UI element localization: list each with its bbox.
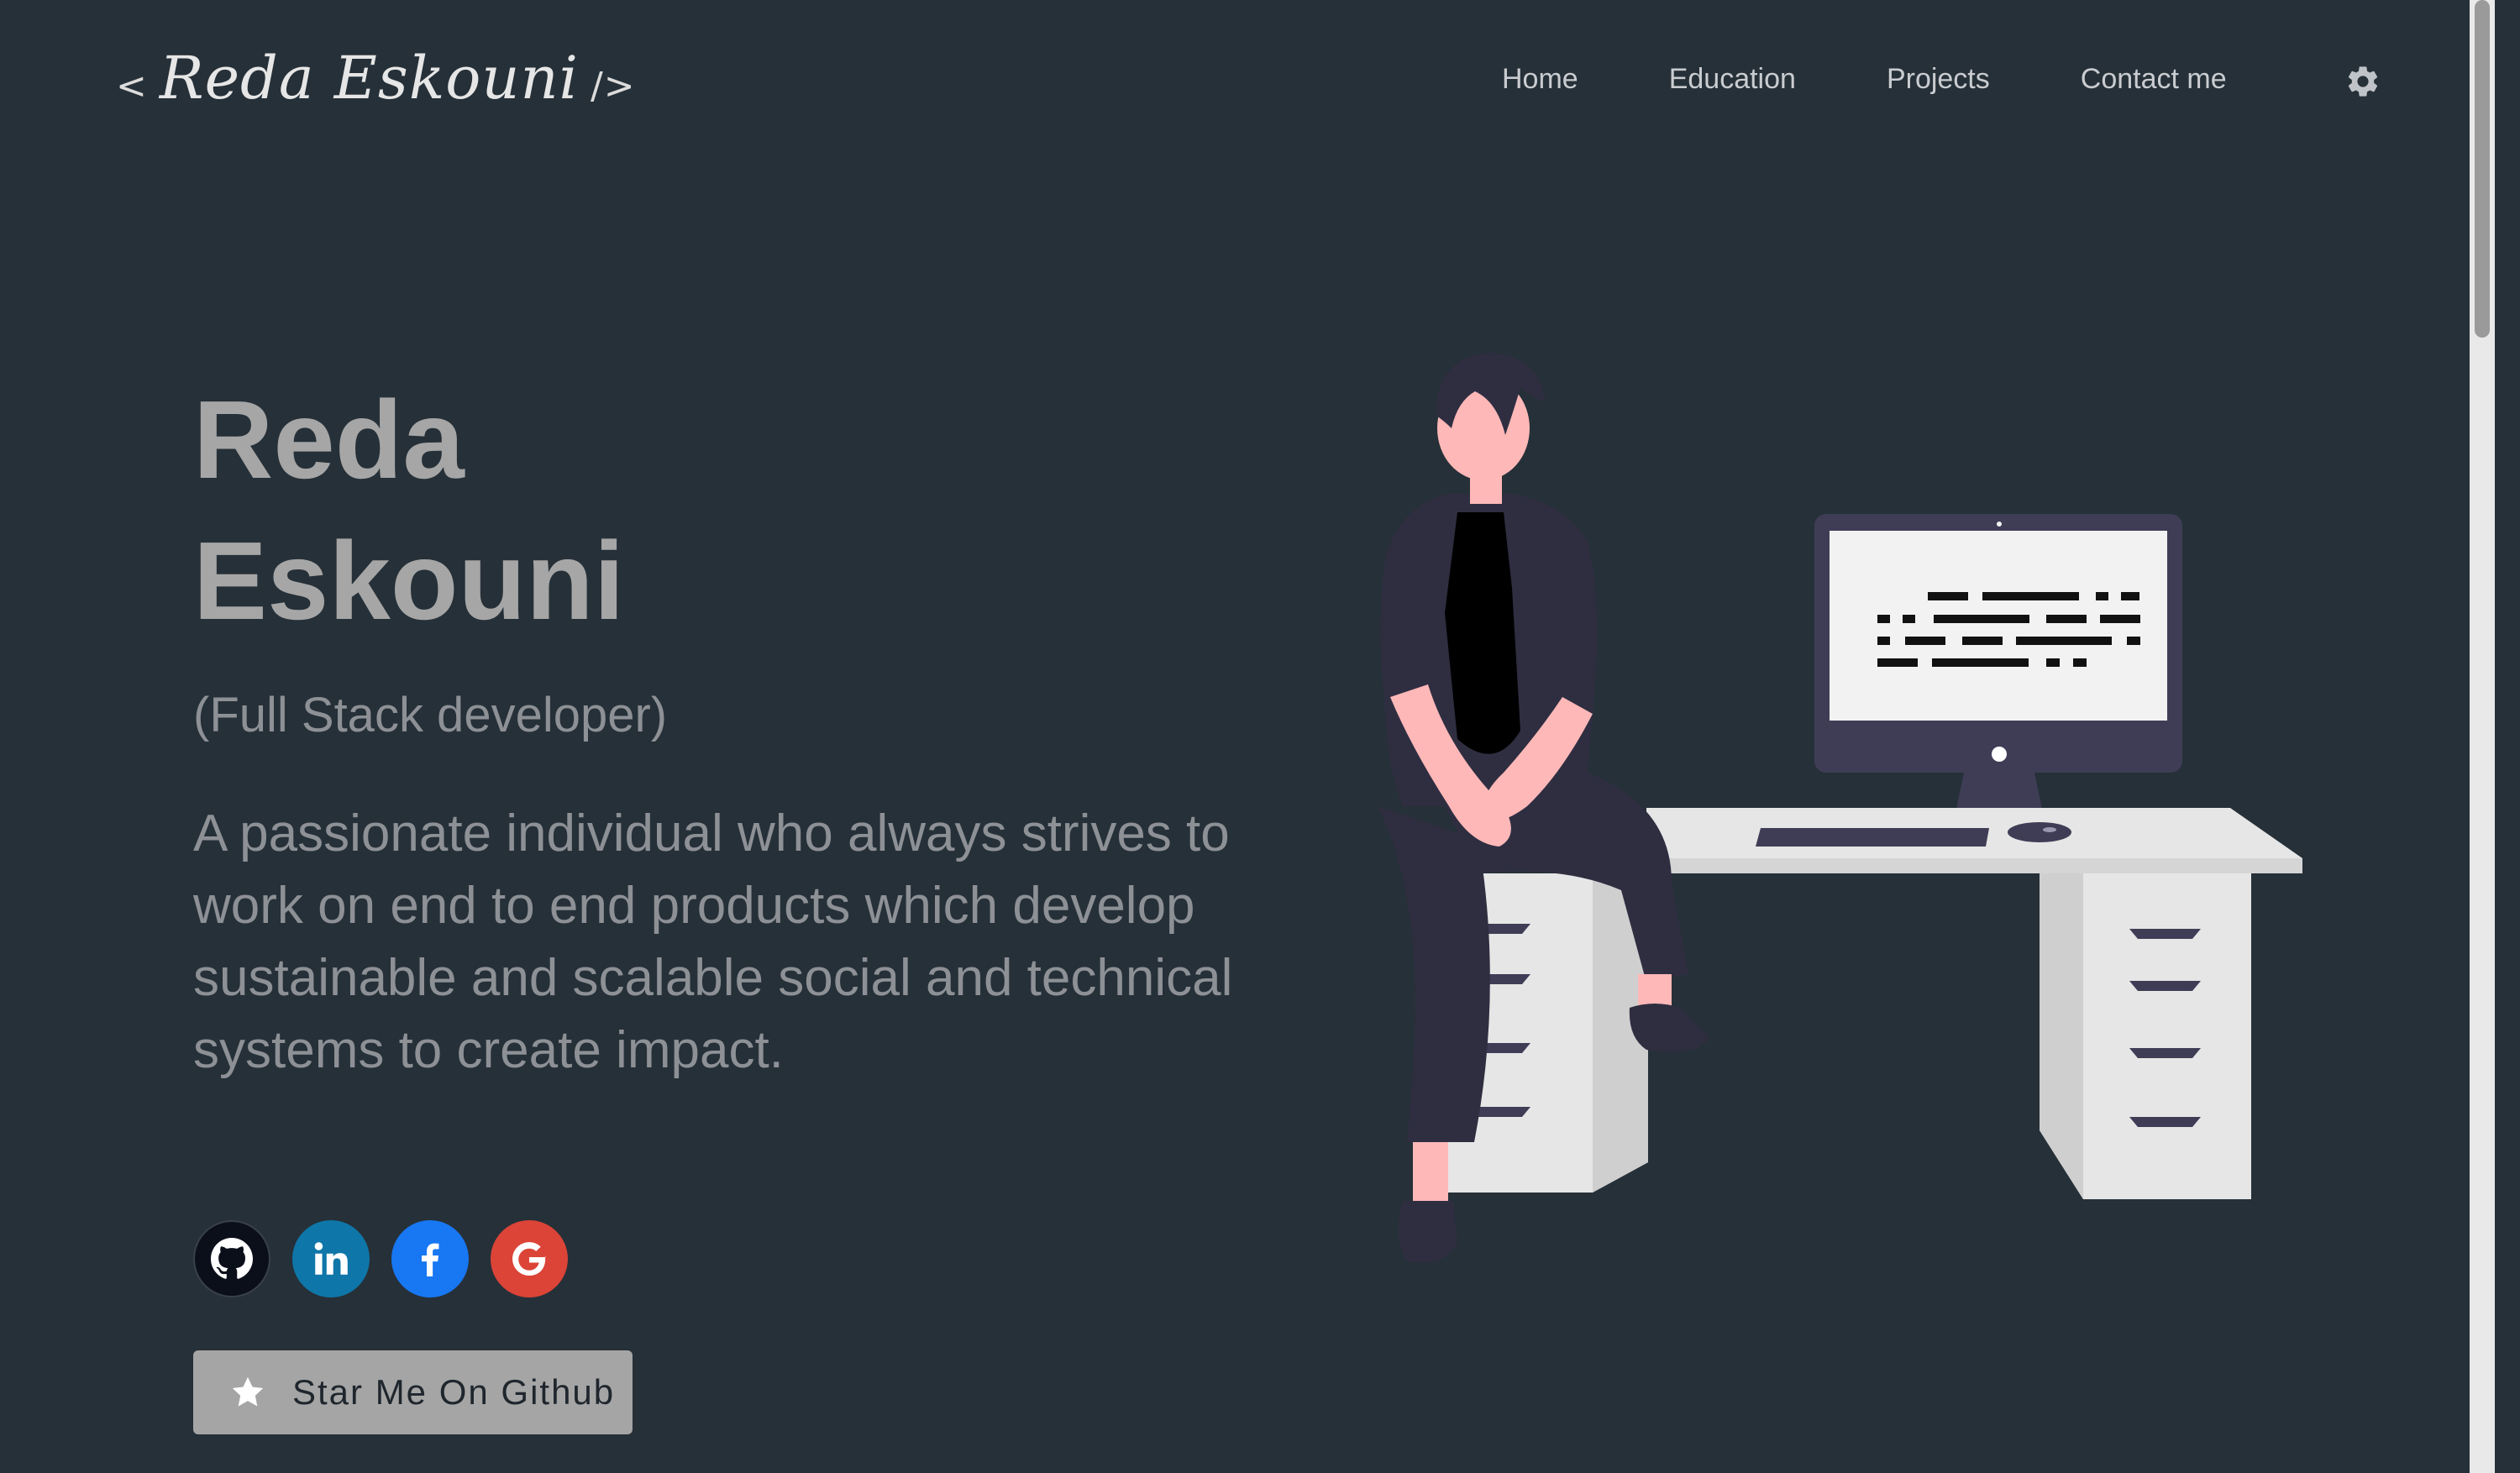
github-icon[interactable] (193, 1220, 270, 1297)
hero-role: (Full Stack developer) (193, 688, 668, 742)
scrollbar[interactable] (2470, 0, 2495, 1473)
star-button-label: Star Me On Github (292, 1372, 616, 1412)
facebook-icon[interactable] (391, 1220, 469, 1297)
hero-name: Reda Eskouni (193, 370, 624, 652)
portfolio-page: < Reda Eskouni /> Home Education Project… (0, 0, 2495, 1473)
hero-name-first: Reda (193, 378, 465, 501)
logo-open-bracket: < (116, 65, 148, 107)
star-icon (232, 1376, 264, 1407)
nav-home[interactable]: Home (1502, 59, 1578, 99)
logo-close-bracket: /> (590, 65, 636, 107)
nav-projects[interactable]: Projects (1887, 59, 1990, 99)
hero-description: A passionate individual who always striv… (193, 805, 1233, 1079)
site-logo[interactable]: < Reda Eskouni /> (116, 44, 636, 113)
nav-education[interactable]: Education (1669, 59, 1796, 99)
developer-desk-illustration (1378, 353, 2302, 1263)
social-links (193, 1220, 568, 1297)
logo-name: Reda Eskouni (159, 44, 579, 113)
monitor-graphic (1814, 514, 2182, 821)
google-icon[interactable] (491, 1220, 568, 1297)
hero-name-last: Eskouni (193, 519, 625, 642)
nav-contact[interactable]: Contact me (2081, 59, 2227, 99)
scrollbar-thumb[interactable] (2475, 0, 2490, 338)
gear-icon[interactable] (2344, 63, 2381, 100)
linkedin-icon[interactable] (292, 1220, 370, 1297)
star-on-github-button[interactable]: Star Me On Github (193, 1350, 633, 1434)
main-nav: Home Education Projects Contact me (1502, 59, 2227, 99)
